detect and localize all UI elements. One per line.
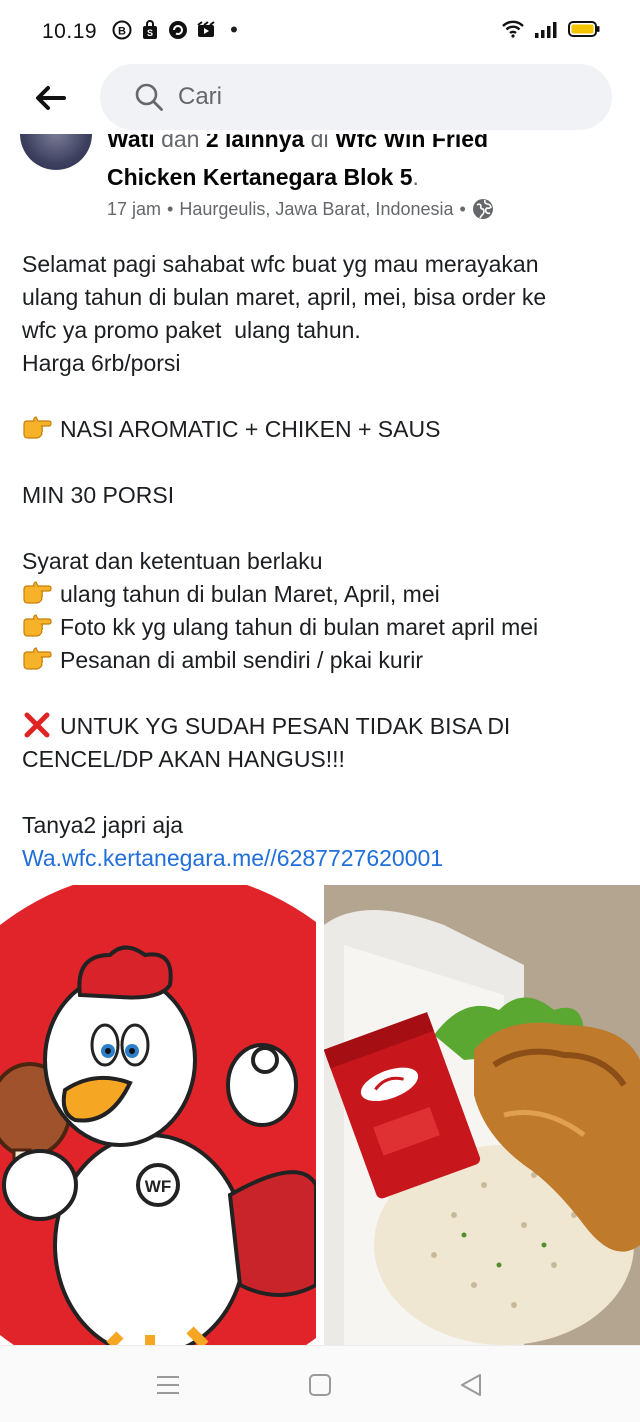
signal-icon (534, 20, 558, 43)
meta-separator: • (167, 198, 174, 219)
search-bar[interactable] (100, 64, 612, 130)
body-line-with-emoji: UNTUK YG SUDAH PESAN TIDAK BISA DI (22, 710, 622, 743)
post-location[interactable]: Haurgeulis, Jawa Barat, Indonesia (179, 199, 453, 220)
page-name-part2[interactable]: Chicken Kertanegara Blok 5 (107, 164, 413, 190)
pointing-right-emoji (23, 614, 52, 637)
post-meta: 17 jam • Haurgeulis, Jawa Barat, Indones… (107, 198, 494, 220)
square-home-icon (309, 1374, 331, 1396)
chicken-mascot-image: WF (0, 885, 316, 1345)
search-header (0, 62, 640, 134)
page-name-part1[interactable]: Wfc Win Fried (335, 134, 488, 152)
shopping-bag-icon: S (140, 20, 160, 40)
battery-icon (568, 20, 600, 43)
post-photos: WF (0, 885, 640, 1345)
arrow-left-icon (36, 86, 66, 110)
recent-apps-button[interactable] (153, 1370, 183, 1400)
body-line-with-emoji: Foto kk yg ulang tahun di bulan maret ap… (22, 611, 622, 644)
menu-icon (157, 1376, 179, 1394)
b-app-icon: B (112, 20, 132, 40)
body-line: Harga 6rb/porsi (22, 350, 181, 376)
post-author-title[interactable]: Wati dan 2 lainnya di Wfc Win Fried Chic… (107, 134, 627, 192)
search-input[interactable] (178, 83, 558, 111)
food-photo[interactable] (324, 885, 640, 1345)
more-notifications-dot: • (230, 17, 238, 42)
body-line: MIN 30 PORSI (22, 482, 175, 508)
system-back-button[interactable] (456, 1370, 486, 1400)
triangle-back-icon (461, 1374, 481, 1396)
home-button[interactable] (305, 1370, 335, 1400)
back-button[interactable] (28, 76, 72, 120)
post-time[interactable]: 17 jam (107, 199, 161, 220)
author-name[interactable]: Wati (107, 134, 155, 152)
tagged-others[interactable]: 2 lainnya (206, 134, 304, 152)
title-at: di (304, 134, 335, 152)
svg-text:B: B (118, 26, 126, 38)
body-line-with-emoji: NASI AROMATIC + CHIKEN + SAUS (22, 413, 622, 446)
body-line: Syarat dan ketentuan berlaku (22, 548, 323, 574)
body-line: Tanya2 japri aja (22, 812, 184, 838)
refresh-app-icon (168, 20, 188, 40)
system-status-icons (502, 20, 600, 43)
search-icon (135, 83, 163, 111)
video-app-icon (196, 20, 216, 40)
title-conjunction: dan (154, 134, 206, 152)
avatar[interactable] (20, 134, 92, 170)
android-nav-bar (0, 1345, 640, 1422)
title-period: . (412, 164, 419, 190)
post-header: Wati dan 2 lainnya di Wfc Win Fried Chic… (0, 134, 640, 234)
pointing-right-emoji (23, 581, 52, 604)
body-line: ulang tahun di bulan maret, april, mei, … (22, 284, 547, 310)
body-line-with-emoji: ulang tahun di bulan Maret, April, mei (22, 578, 622, 611)
mascot-photo[interactable]: WF (0, 885, 316, 1345)
pointing-right-emoji (23, 647, 52, 670)
status-bar: 10.19 B S • (0, 0, 640, 62)
status-time: 10.19 (42, 20, 98, 43)
rice-chicken-image (324, 885, 640, 1345)
meta-separator-2: • (459, 198, 466, 219)
body-line: CENCEL/DP AKAN HANGUS!!! (22, 746, 345, 772)
post-body: Selamat pagi sahabat wfc buat yg mau mer… (22, 248, 622, 875)
body-line-with-emoji: Pesanan di ambil sendiri / pkai kurir (22, 644, 622, 677)
globe-icon (472, 199, 493, 219)
svg-text:S: S (147, 28, 153, 38)
body-line: Selamat pagi sahabat wfc buat yg mau mer… (22, 251, 539, 277)
wifi-icon (502, 20, 524, 43)
wf-logo-text: WF (145, 1177, 171, 1196)
cross-mark-emoji (24, 712, 50, 738)
notification-icons: B S • (112, 17, 244, 42)
body-line: wfc ya promo paket ulang tahun. (22, 317, 361, 343)
pointing-right-emoji (23, 416, 52, 439)
whatsapp-link[interactable]: Wa.wfc.kertanegara.me//6287727620001 (22, 842, 622, 875)
